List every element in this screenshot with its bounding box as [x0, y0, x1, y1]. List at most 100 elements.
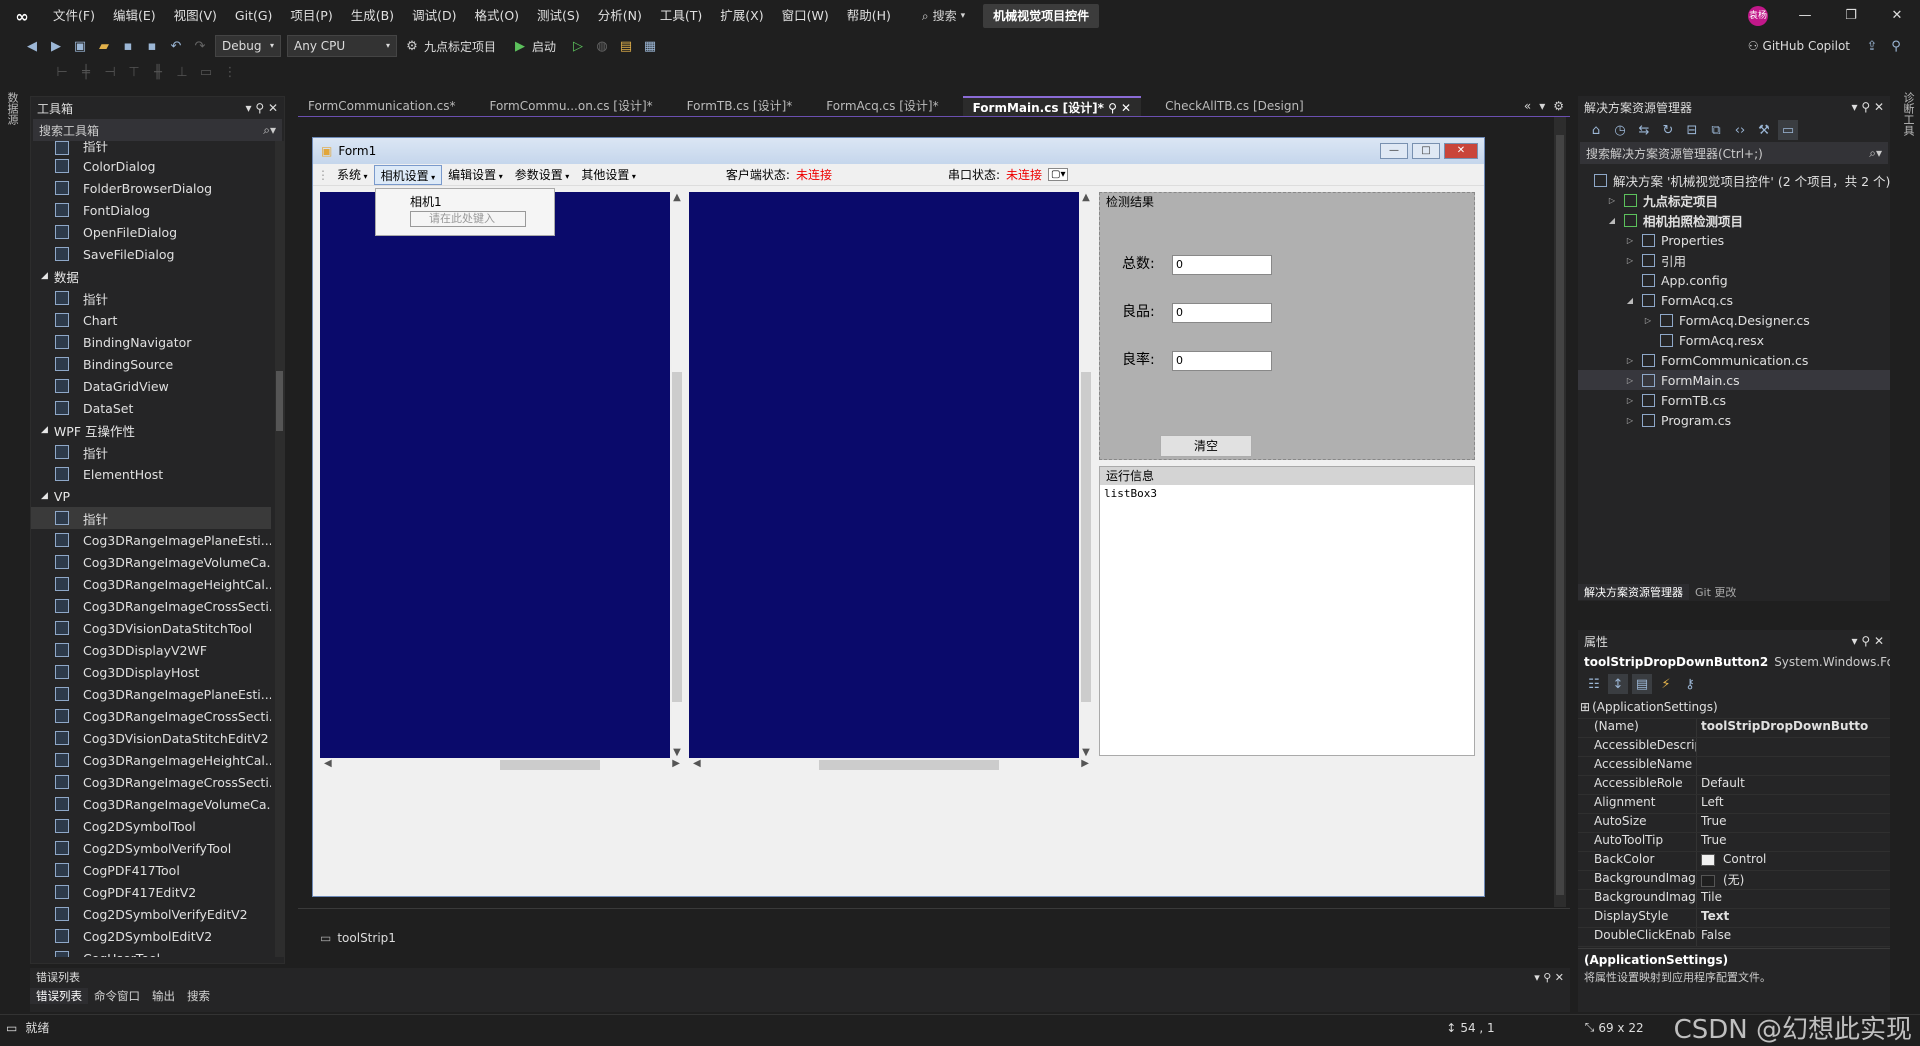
toolbox-item[interactable]: Cog3DRangeImagePlaneEsti... — [31, 529, 271, 551]
solution-tree-item[interactable]: 解决方案 '机械视觉项目控件' (2 个项目，共 2 个) — [1578, 170, 1890, 190]
toolbox-category[interactable]: ◢ VP — [31, 485, 271, 507]
total-field[interactable]: 0 — [1172, 255, 1272, 275]
expand-arrow-icon[interactable]: ▷ — [1642, 316, 1654, 325]
diagnostic-tools-tab[interactable]: 诊断工具 — [1900, 92, 1916, 136]
config-combo[interactable]: Debug ▾ — [215, 35, 281, 57]
toolbox-item[interactable]: Chart — [31, 309, 271, 331]
new-item-icon[interactable]: ▣ — [70, 36, 90, 56]
expand-arrow-icon[interactable]: ▷ — [1624, 376, 1636, 385]
object-selector[interactable]: toolStripDropDownButton2 System.Windows.… — [1578, 652, 1890, 672]
left-display-vscroll[interactable]: ▲ ▼ — [670, 192, 684, 758]
back-icon[interactable]: ◀ — [22, 36, 42, 56]
scroll-down-icon[interactable]: ▼ — [1079, 747, 1093, 758]
menu-3[interactable]: Git(G) — [226, 0, 282, 32]
solution-tree-item[interactable]: ▷ 引用 — [1578, 250, 1890, 270]
form-window[interactable]: ▣ Form1 — □ ✕ ⋮ 系统 ▾ 相机设置 ▾ 编辑设置 ▾ 参数设置 ▾ 其他… — [312, 137, 1485, 897]
toolbox-item[interactable]: 指针 — [31, 141, 271, 155]
refresh-icon[interactable]: ↻ — [1658, 120, 1678, 140]
clear-button[interactable]: 清空 — [1160, 435, 1252, 457]
redo-icon[interactable]: ↷ — [190, 36, 210, 56]
save-all-icon[interactable]: ▪ — [142, 36, 162, 56]
designer-scrollbar[interactable] — [1554, 117, 1566, 907]
solution-tree-item[interactable]: ▷ FormAcq.Designer.cs — [1578, 310, 1890, 330]
menu-11[interactable]: 扩展(X) — [711, 0, 772, 32]
property-value[interactable]: (无) — [1696, 871, 1890, 889]
chevron-down-icon[interactable]: ▾ — [1851, 100, 1857, 114]
expand-triangle-icon[interactable]: ◢ — [41, 491, 48, 501]
property-row[interactable]: ⊞ (ApplicationSettings) — [1578, 700, 1890, 719]
data-sources-tab[interactable]: 数据源 — [4, 92, 20, 125]
solution-tree-item[interactable]: ▷ FormMain.cs — [1578, 370, 1890, 390]
expand-arrow-icon[interactable]: ▷ — [1624, 396, 1636, 405]
form-maximize-button[interactable]: □ — [1412, 143, 1440, 159]
property-row[interactable]: DisplayStyle Text — [1578, 909, 1890, 928]
scroll-left-icon[interactable]: ◀ — [693, 758, 701, 769]
toolbox-item[interactable]: Cog3DRangeImageHeightCal... — [31, 573, 271, 595]
hot-reload-icon[interactable]: ◍ — [592, 36, 612, 56]
property-row[interactable]: AccessibleDescripti — [1578, 738, 1890, 757]
toolbox-item[interactable]: BindingNavigator — [31, 331, 271, 353]
toolbox-item[interactable]: Cog3DRangeImageHeightCal... — [31, 749, 271, 771]
wrench-icon[interactable]: ⚒ — [1754, 120, 1774, 140]
tab-document[interactable]: FormCommu...on.cs [设计]* — [479, 96, 662, 116]
serial-dropdown-button[interactable]: ▢▾ — [1048, 168, 1069, 181]
tab-document[interactable]: CheckAllTB.cs [Design] — [1155, 96, 1314, 116]
toolbox-item[interactable]: SaveFileDialog — [31, 243, 271, 265]
home-icon[interactable]: ⌂ — [1586, 120, 1606, 140]
error-tab[interactable]: 搜索 — [181, 988, 216, 1004]
toolstrip-component[interactable]: ▭ toolStrip1 — [320, 931, 1570, 945]
form-close-button[interactable]: ✕ — [1444, 143, 1478, 159]
form-menu-3[interactable]: 参数设置 ▾ — [509, 165, 576, 185]
menu-7[interactable]: 格式(O) — [465, 0, 528, 32]
avatar[interactable]: 袁杨 — [1748, 6, 1768, 26]
code-icon[interactable]: ‹› — [1730, 120, 1750, 140]
property-row[interactable]: AutoSize True — [1578, 814, 1890, 833]
chevron-down-icon[interactable]: ▾ — [1851, 634, 1857, 648]
toolbox-item[interactable]: CogPDF417EditV2 — [31, 881, 271, 903]
menu-12[interactable]: 窗口(W) — [773, 0, 838, 32]
scroll-right-icon[interactable]: ▶ — [672, 758, 680, 769]
close-icon[interactable]: ✕ — [1555, 971, 1564, 984]
toolbox-item[interactable]: BindingSource — [31, 353, 271, 375]
property-value[interactable]: Tile — [1696, 890, 1890, 908]
start-button[interactable]: 启动 — [532, 38, 556, 55]
categorized-icon[interactable]: ☷ — [1584, 674, 1604, 694]
minimize-button[interactable]: — — [1782, 0, 1828, 32]
menu-9[interactable]: 分析(N) — [589, 0, 651, 32]
toolbox-search[interactable]: 搜索工具箱 ⌕▾ — [33, 119, 282, 141]
menu-5[interactable]: 生成(B) — [342, 0, 403, 32]
expand-box-icon[interactable]: ⊞ — [1578, 700, 1590, 718]
scroll-thumb[interactable] — [276, 371, 283, 431]
good-field[interactable]: 0 — [1172, 303, 1272, 323]
property-value[interactable]: True — [1696, 814, 1890, 832]
right-display-hscroll[interactable]: ◀ ▶ — [689, 758, 1093, 772]
toolbox-category[interactable]: ◢ WPF 互操作性 — [31, 419, 271, 441]
alphabetical-icon[interactable]: ↕ — [1608, 674, 1628, 694]
run-info-listbox[interactable]: listBox3 — [1100, 485, 1474, 502]
toolbox-item[interactable]: 指针 — [31, 507, 271, 529]
toolbox-item[interactable]: Cog3DRangeImageVolumeCa... — [31, 793, 271, 815]
toolbox-item[interactable]: Cog2DSymbolTool — [31, 815, 271, 837]
tab-overflow-icon[interactable]: « — [1524, 99, 1531, 113]
platform-combo[interactable]: Any CPU ▾ — [287, 35, 397, 57]
scroll-thumb[interactable] — [672, 372, 682, 702]
show-all-icon[interactable]: ⧉ — [1706, 120, 1726, 140]
expand-arrow-icon[interactable]: ▷ — [1606, 196, 1618, 205]
expand-arrow-icon[interactable]: ▷ — [1624, 256, 1636, 265]
close-icon[interactable]: ✕ — [1874, 634, 1884, 648]
scroll-down-icon[interactable]: ▼ — [670, 747, 684, 758]
error-tab[interactable]: 错误列表 — [30, 988, 88, 1004]
menu-6[interactable]: 调试(D) — [403, 0, 465, 32]
expand-triangle-icon[interactable]: ◢ — [41, 271, 48, 281]
error-tab[interactable]: 命令窗口 — [88, 988, 146, 1004]
toolbox-item[interactable]: DataGridView — [31, 375, 271, 397]
scroll-left-icon[interactable]: ◀ — [324, 758, 332, 769]
solution-tree-item[interactable]: ▷ 九点标定项目 — [1578, 190, 1890, 210]
toolbox-item[interactable]: DataSet — [31, 397, 271, 419]
pin-icon[interactable]: ⚲ — [1861, 100, 1870, 114]
property-row[interactable]: BackgroundImageL Tile — [1578, 890, 1890, 909]
property-value[interactable] — [1696, 738, 1890, 756]
solution-tree-item[interactable]: ▷ FormCommunication.cs — [1578, 350, 1890, 370]
toolbox-item[interactable]: Cog3DDisplayV2WF — [31, 639, 271, 661]
copilot-button[interactable]: GitHub Copilot — [1763, 39, 1850, 53]
